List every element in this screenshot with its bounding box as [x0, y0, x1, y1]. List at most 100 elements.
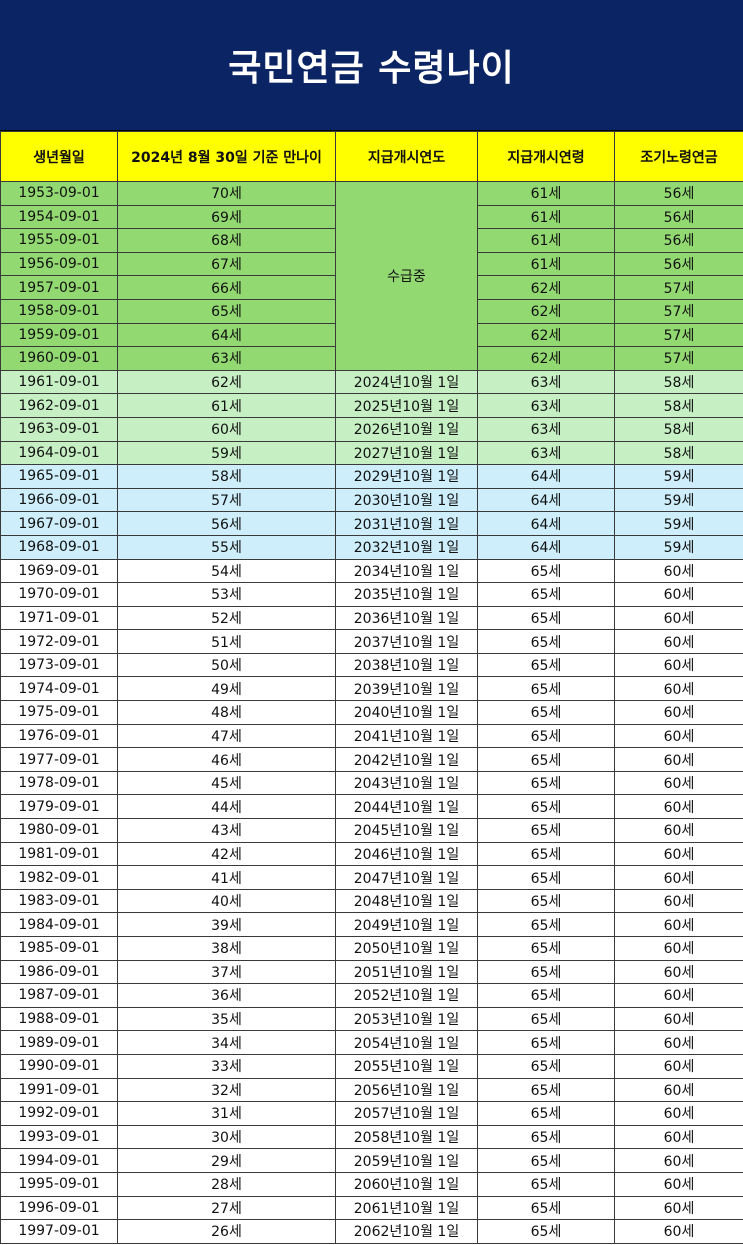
cell-start-age: 64세 — [477, 464, 615, 489]
cell-birth-date: 1979-09-01 — [0, 794, 118, 820]
cell-start-age: 64세 — [477, 534, 615, 560]
cell-current-age: 33세 — [117, 1053, 336, 1079]
table-row: 1974-09-01 49세 2039년10월 1일 65세 60세 — [0, 676, 743, 702]
cell-birth-date: 1956-09-01 — [0, 251, 118, 277]
cell-current-age: 30세 — [117, 1124, 336, 1150]
cell-current-age: 60세 — [117, 416, 336, 442]
cell-early-pension: 60세 — [614, 794, 743, 820]
cell-birth-date: 1971-09-01 — [0, 605, 118, 631]
cell-start-year: 2029년10월 1일 — [335, 464, 478, 489]
cell-early-pension: 60세 — [614, 1101, 743, 1126]
cell-early-pension: 59세 — [614, 534, 743, 560]
cell-early-pension: 60세 — [614, 582, 743, 607]
cell-current-age: 56세 — [117, 511, 336, 536]
cell-start-age: 63세 — [477, 393, 615, 418]
cell-start-year: 2030년10월 1일 — [335, 487, 478, 513]
table-row: 1964-09-01 59세 2027년10월 1일 63세 58세 — [0, 440, 743, 466]
cell-start-age: 62세 — [477, 322, 615, 348]
cell-birth-date: 1988-09-01 — [0, 1006, 118, 1032]
cell-birth-date: 1970-09-01 — [0, 582, 118, 607]
cell-current-age: 29세 — [117, 1148, 336, 1173]
cell-early-pension: 58세 — [614, 393, 743, 418]
cell-early-pension: 60세 — [614, 983, 743, 1008]
cell-start-age: 62세 — [477, 298, 615, 324]
cell-current-age: 52세 — [117, 605, 336, 631]
cell-current-age: 26세 — [117, 1219, 336, 1244]
cell-start-year: 2050년10월 1일 — [335, 936, 478, 961]
cell-current-age: 51세 — [117, 629, 336, 654]
cell-current-age: 39세 — [117, 912, 336, 937]
cell-early-pension: 56세 — [614, 181, 743, 206]
cell-current-age: 66세 — [117, 275, 336, 300]
cell-birth-date: 1976-09-01 — [0, 723, 118, 749]
cell-early-pension: 56세 — [614, 204, 743, 230]
cell-early-pension: 58세 — [614, 440, 743, 466]
cell-start-year: 2034년10월 1일 — [335, 558, 478, 584]
cell-current-age: 68세 — [117, 228, 336, 253]
cell-start-age: 65세 — [477, 1171, 615, 1197]
table-row: 1994-09-01 29세 2059년10월 1일 65세 60세 — [0, 1148, 743, 1173]
cell-current-age: 69세 — [117, 204, 336, 230]
table-row: 1961-09-01 62세 2024년10월 1일 63세 58세 — [0, 369, 743, 395]
cell-birth-date: 1959-09-01 — [0, 322, 118, 348]
cell-early-pension: 60세 — [614, 558, 743, 584]
cell-early-pension: 58세 — [614, 416, 743, 442]
cell-birth-date: 1982-09-01 — [0, 865, 118, 890]
table-row: 1986-09-01 37세 2051년10월 1일 65세 60세 — [0, 959, 743, 985]
cell-birth-date: 1953-09-01 — [0, 181, 118, 206]
cell-early-pension: 60세 — [614, 1195, 743, 1221]
cell-birth-date: 1962-09-01 — [0, 393, 118, 418]
table-row: 1989-09-01 34세 2054년10월 1일 65세 60세 — [0, 1030, 743, 1055]
cell-birth-date: 1978-09-01 — [0, 770, 118, 796]
cell-start-age: 61세 — [477, 181, 615, 206]
cell-birth-date: 1954-09-01 — [0, 204, 118, 230]
cell-birth-date: 1957-09-01 — [0, 275, 118, 300]
cell-early-pension: 60세 — [614, 1124, 743, 1150]
cell-start-age: 65세 — [477, 723, 615, 749]
cell-start-age: 63세 — [477, 369, 615, 395]
cell-current-age: 35세 — [117, 1006, 336, 1032]
table-body: 1953-09-01 70세 수급중 61세 56세 1954-09-01 69세 61세 56… — [0, 181, 743, 1244]
table-row: 1962-09-01 61세 2025년10월 1일 63세 58세 — [0, 393, 743, 418]
cell-early-pension: 56세 — [614, 251, 743, 277]
cell-current-age: 57세 — [117, 487, 336, 513]
cell-early-pension: 60세 — [614, 770, 743, 796]
table-row: 1993-09-01 30세 2058년10월 1일 65세 60세 — [0, 1124, 743, 1150]
cell-current-age: 42세 — [117, 841, 336, 867]
cell-start-year: 2053년10월 1일 — [335, 1006, 478, 1032]
cell-birth-date: 1987-09-01 — [0, 983, 118, 1008]
cell-early-pension: 60세 — [614, 629, 743, 654]
table-row: 1987-09-01 36세 2052년10월 1일 65세 60세 — [0, 983, 743, 1008]
cell-start-age: 65세 — [477, 770, 615, 796]
cell-current-age: 32세 — [117, 1077, 336, 1103]
cell-birth-date: 1990-09-01 — [0, 1053, 118, 1079]
table-row: 1980-09-01 43세 2045년10월 1일 65세 60세 — [0, 818, 743, 843]
cell-start-age: 64세 — [477, 511, 615, 536]
cell-start-age: 65세 — [477, 1195, 615, 1221]
cell-start-year: 2045년10월 1일 — [335, 818, 478, 843]
cell-birth-date: 1980-09-01 — [0, 818, 118, 843]
cell-early-pension: 60세 — [614, 865, 743, 890]
cell-birth-date: 1977-09-01 — [0, 747, 118, 772]
cell-start-year: 2039년10월 1일 — [335, 676, 478, 702]
cell-start-year: 2056년10월 1일 — [335, 1077, 478, 1103]
cell-receiving-status: 수급중 — [335, 181, 478, 371]
cell-early-pension: 57세 — [614, 298, 743, 324]
cell-current-age: 50세 — [117, 652, 336, 678]
cell-birth-date: 1981-09-01 — [0, 841, 118, 867]
cell-start-age: 65세 — [477, 1077, 615, 1103]
cell-start-year: 2032년10월 1일 — [335, 534, 478, 560]
cell-start-age: 65세 — [477, 959, 615, 985]
cell-start-age: 63세 — [477, 416, 615, 442]
cell-start-age: 65세 — [477, 1006, 615, 1032]
cell-current-age: 37세 — [117, 959, 336, 985]
cell-birth-date: 1969-09-01 — [0, 558, 118, 584]
cell-start-age: 65세 — [477, 629, 615, 654]
cell-start-age: 62세 — [477, 275, 615, 300]
table-row: 1988-09-01 35세 2053년10월 1일 65세 60세 — [0, 1006, 743, 1032]
cell-birth-date: 1993-09-01 — [0, 1124, 118, 1150]
cell-birth-date: 1991-09-01 — [0, 1077, 118, 1103]
cell-current-age: 64세 — [117, 322, 336, 348]
cell-start-age: 65세 — [477, 888, 615, 914]
cell-start-year: 2062년10월 1일 — [335, 1219, 478, 1244]
